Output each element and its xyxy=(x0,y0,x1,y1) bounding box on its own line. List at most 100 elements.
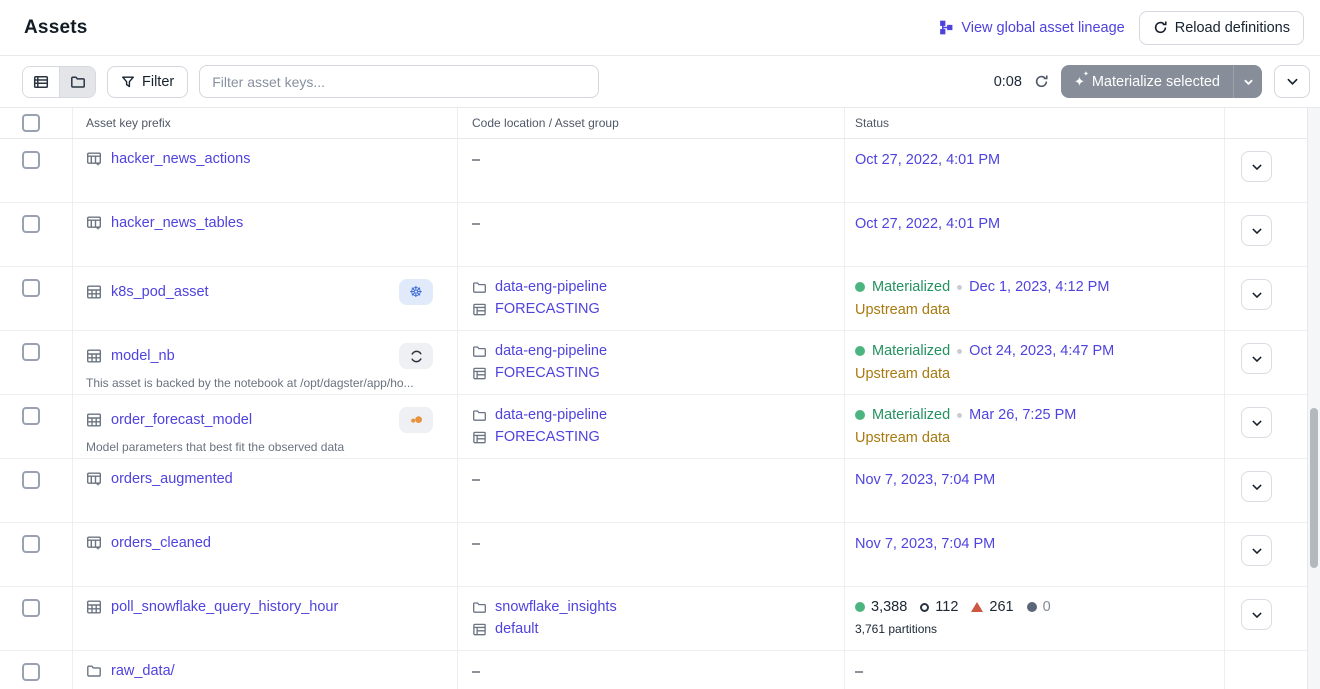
status-date-link[interactable]: Mar 26, 7:25 PM xyxy=(969,407,1076,423)
asset-link[interactable]: orders_cleaned xyxy=(111,535,211,551)
lineage-graph-icon xyxy=(939,20,954,35)
toolbar-more-chevron-button[interactable] xyxy=(1274,65,1310,98)
refresh-timer: 0:08 xyxy=(994,74,1022,90)
asset-link[interactable]: model_nb xyxy=(111,348,175,364)
asset-link[interactable]: k8s_pod_asset xyxy=(111,284,209,300)
table-row: model_nb This asset is backed by the not… xyxy=(0,331,1320,395)
partitions-total-label: 3,761 partitions xyxy=(855,622,1224,636)
row-checkbox[interactable] xyxy=(22,343,40,361)
table-row: order_forecast_model Model parameters th… xyxy=(0,395,1320,459)
upstream-data-note: Upstream data xyxy=(855,430,1224,446)
asset-link[interactable]: raw_data/ xyxy=(111,663,175,679)
observed-count: 112 xyxy=(920,599,958,615)
asset-group-link[interactable]: FORECASTING xyxy=(495,301,600,317)
refresh-icon[interactable] xyxy=(1034,74,1049,89)
folder-view-button[interactable] xyxy=(59,67,95,97)
table-row: poll_snowflake_query_history_hour snowfl… xyxy=(0,587,1320,651)
asset-link[interactable]: orders_augmented xyxy=(111,471,233,487)
column-asset-key: Asset key prefix xyxy=(86,116,171,130)
reload-button-label: Reload definitions xyxy=(1175,20,1290,36)
row-actions-chevron-button[interactable] xyxy=(1241,279,1272,310)
row-checkbox[interactable] xyxy=(22,471,40,489)
row-checkbox[interactable] xyxy=(22,215,40,233)
row-actions-chevron-button[interactable] xyxy=(1241,215,1272,246)
notebook-sync-icon xyxy=(399,343,433,369)
row-checkbox[interactable] xyxy=(22,151,40,169)
asset-table-icon xyxy=(86,284,102,300)
view-toggle xyxy=(22,66,96,98)
table-row: raw_data/ – – xyxy=(0,651,1320,689)
status-date-link[interactable]: Nov 7, 2023, 7:04 PM xyxy=(855,536,995,552)
status-label: Materialized xyxy=(872,343,950,359)
asset-group-link[interactable]: default xyxy=(495,621,539,637)
separator-dot-icon xyxy=(957,349,962,354)
upstream-data-note: Upstream data xyxy=(855,302,1224,318)
table-row: hacker_news_actions – Oct 27, 2022, 4:01… xyxy=(0,139,1320,203)
row-actions-chevron-button[interactable] xyxy=(1241,471,1272,502)
row-actions-chevron-button[interactable] xyxy=(1241,535,1272,566)
page-header: Assets View global asset lineage xyxy=(0,0,1320,56)
reload-icon xyxy=(1153,20,1168,35)
table-row: hacker_news_tables – Oct 27, 2022, 4:01 … xyxy=(0,203,1320,267)
select-all-checkbox[interactable] xyxy=(22,114,40,132)
code-location-link[interactable]: data-eng-pipeline xyxy=(495,343,607,359)
materialize-options-caret[interactable] xyxy=(1233,65,1262,98)
scrollbar-thumb[interactable] xyxy=(1310,408,1318,568)
row-checkbox[interactable] xyxy=(22,663,40,681)
asset-link[interactable]: hacker_news_actions xyxy=(111,151,250,167)
asset-group-icon xyxy=(472,302,487,317)
asset-group-icon xyxy=(472,622,487,637)
noteable-dots-icon xyxy=(399,407,433,433)
row-actions-chevron-button[interactable] xyxy=(1241,599,1272,630)
table-row: orders_cleaned – Nov 7, 2023, 7:04 PM xyxy=(0,523,1320,587)
assets-page: Assets View global asset lineage xyxy=(0,0,1320,689)
asset-group-link[interactable]: FORECASTING xyxy=(495,365,600,381)
materialized-dot-icon xyxy=(855,410,865,420)
row-checkbox[interactable] xyxy=(22,279,40,297)
status-date-link[interactable]: Oct 24, 2023, 4:47 PM xyxy=(969,343,1114,359)
row-actions-chevron-button[interactable] xyxy=(1241,343,1272,374)
materialized-dot-icon xyxy=(855,602,865,612)
code-location-empty: – xyxy=(472,536,480,552)
separator-dot-icon xyxy=(957,285,962,290)
assets-table: Asset key prefix Code location / Asset g… xyxy=(0,107,1320,689)
table-view-button[interactable] xyxy=(23,67,59,97)
missing-count: 0 xyxy=(1027,599,1051,615)
filter-button-label: Filter xyxy=(142,74,174,90)
row-actions-chevron-button[interactable] xyxy=(1241,151,1272,182)
status-date-link[interactable]: Oct 27, 2022, 4:01 PM xyxy=(855,216,1000,232)
status-date-link[interactable]: Dec 1, 2023, 4:12 PM xyxy=(969,279,1109,295)
code-location-link[interactable]: data-eng-pipeline xyxy=(495,407,607,423)
search-input[interactable] xyxy=(199,65,599,98)
filter-button[interactable]: Filter xyxy=(107,66,188,98)
materialize-button-label: Materialize selected xyxy=(1092,74,1220,90)
view-global-asset-lineage-link[interactable]: View global asset lineage xyxy=(939,20,1124,36)
asset-link[interactable]: hacker_news_tables xyxy=(111,215,243,231)
row-actions-chevron-button[interactable] xyxy=(1241,407,1272,438)
vertical-scrollbar xyxy=(1307,108,1320,689)
reload-definitions-button[interactable]: Reload definitions xyxy=(1139,11,1304,45)
asset-group-table-icon xyxy=(86,471,102,487)
kubernetes-icon: ☸ xyxy=(399,279,433,305)
asset-link[interactable]: poll_snowflake_query_history_hour xyxy=(111,599,338,615)
status-empty: – xyxy=(855,664,863,680)
asset-table-icon xyxy=(86,412,102,428)
status-date-link[interactable]: Oct 27, 2022, 4:01 PM xyxy=(855,152,1000,168)
row-checkbox[interactable] xyxy=(22,407,40,425)
assets-toolbar: Filter 0:08 ✦ Materialize selected xyxy=(0,56,1320,107)
materialize-selected-button[interactable]: ✦ Materialize selected xyxy=(1061,65,1233,98)
column-status: Status xyxy=(855,116,889,130)
folder-icon xyxy=(472,408,487,423)
row-checkbox[interactable] xyxy=(22,599,40,617)
row-checkbox[interactable] xyxy=(22,535,40,553)
asset-link[interactable]: order_forecast_model xyxy=(111,412,252,428)
asset-group-link[interactable]: FORECASTING xyxy=(495,429,600,445)
partition-counts: 3,388 112 261 0 xyxy=(855,599,1224,615)
code-location-link[interactable]: snowflake_insights xyxy=(495,599,617,615)
asset-group-table-icon xyxy=(86,151,102,167)
asset-group-table-icon xyxy=(86,215,102,231)
status-date-link[interactable]: Nov 7, 2023, 7:04 PM xyxy=(855,472,995,488)
materialized-count: 3,388 xyxy=(855,599,907,615)
folder-icon xyxy=(472,600,487,615)
code-location-link[interactable]: data-eng-pipeline xyxy=(495,279,607,295)
